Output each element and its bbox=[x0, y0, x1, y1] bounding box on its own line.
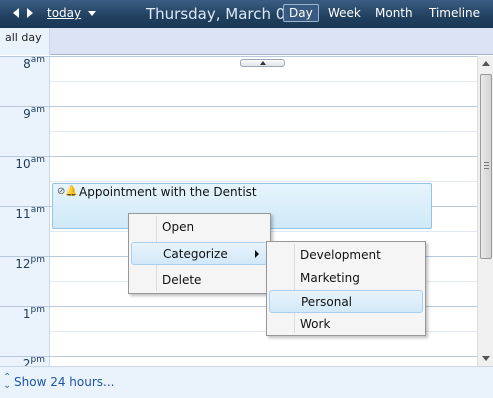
hour-label: 11am bbox=[15, 205, 45, 221]
menu-item-label: Development bbox=[300, 248, 381, 262]
caret-up-icon bbox=[260, 61, 266, 65]
next-arrow-icon[interactable] bbox=[27, 8, 33, 18]
scrollbar-thumb[interactable] bbox=[480, 74, 492, 259]
reminder-bell-icon: 🔔 bbox=[65, 186, 78, 197]
half-hour-line bbox=[50, 181, 477, 182]
earlier-appointments-button[interactable] bbox=[240, 59, 285, 67]
view-month-button[interactable]: Month bbox=[375, 6, 413, 20]
hour-label: 12pm bbox=[15, 255, 45, 271]
footer-bar: ⌃ ⌄ Show 24 hours... bbox=[0, 366, 493, 398]
all-day-label: all day bbox=[5, 31, 42, 44]
hour-label: 2pm bbox=[22, 355, 45, 366]
menu-item-label: Delete bbox=[162, 273, 202, 287]
view-day-button[interactable]: Day bbox=[283, 4, 319, 22]
all-day-row[interactable]: all day bbox=[0, 28, 493, 55]
calendar-toolbar: today Thursday, March 01, Day Week Month… bbox=[0, 0, 493, 28]
scroll-up-arrow-icon[interactable] bbox=[482, 61, 490, 66]
date-title: Thursday, March 01, bbox=[146, 5, 300, 23]
menu-item-label: Work bbox=[300, 317, 331, 331]
menu-item-categorize[interactable]: Categorize bbox=[131, 242, 268, 265]
context-menu: Open Categorize Delete bbox=[128, 213, 271, 294]
hour-label: 10am bbox=[15, 155, 45, 171]
menu-item-label: Marketing bbox=[300, 271, 360, 285]
submenu-item-development[interactable]: Development bbox=[269, 244, 423, 267]
expand-updown-icon[interactable]: ⌃ ⌄ bbox=[3, 373, 11, 391]
hour-label: 1pm bbox=[22, 305, 45, 321]
menu-item-label: Personal bbox=[301, 295, 353, 309]
show-24-hours-link[interactable]: Show 24 hours... bbox=[14, 375, 114, 389]
submenu-item-marketing[interactable]: Marketing bbox=[269, 267, 423, 290]
hour-line bbox=[0, 106, 477, 107]
half-hour-line bbox=[50, 131, 477, 132]
today-link[interactable]: today bbox=[47, 6, 81, 20]
grip-line bbox=[484, 168, 489, 169]
submenu-arrow-icon bbox=[255, 250, 259, 258]
submenu-item-personal[interactable]: Personal bbox=[269, 290, 423, 313]
previous-arrow-icon[interactable] bbox=[13, 8, 19, 18]
hour-label: 9am bbox=[23, 105, 45, 121]
half-hour-line bbox=[50, 81, 477, 82]
appointment-title: Appointment with the Dentist bbox=[79, 185, 257, 199]
menu-item-open[interactable]: Open bbox=[131, 216, 268, 239]
view-week-button[interactable]: Week bbox=[328, 6, 361, 20]
hour-label: 8am bbox=[23, 56, 45, 71]
grip-line bbox=[484, 162, 489, 163]
view-timeline-button[interactable]: Timeline bbox=[429, 6, 480, 20]
categorize-submenu: Development Marketing Personal Work bbox=[266, 241, 426, 336]
submenu-item-work[interactable]: Work bbox=[269, 313, 423, 336]
hour-line bbox=[0, 356, 477, 357]
today-dropdown-icon[interactable] bbox=[88, 11, 96, 16]
all-day-gutter: all day bbox=[0, 28, 50, 55]
hour-line bbox=[0, 56, 477, 57]
menu-item-label: Open bbox=[162, 220, 195, 234]
grip-line bbox=[484, 165, 489, 166]
vertical-scrollbar[interactable] bbox=[477, 56, 493, 366]
scroll-down-arrow-icon[interactable] bbox=[482, 356, 490, 361]
menu-item-delete[interactable]: Delete bbox=[131, 269, 268, 292]
hour-line bbox=[0, 156, 477, 157]
menu-item-label: Categorize bbox=[163, 247, 228, 261]
